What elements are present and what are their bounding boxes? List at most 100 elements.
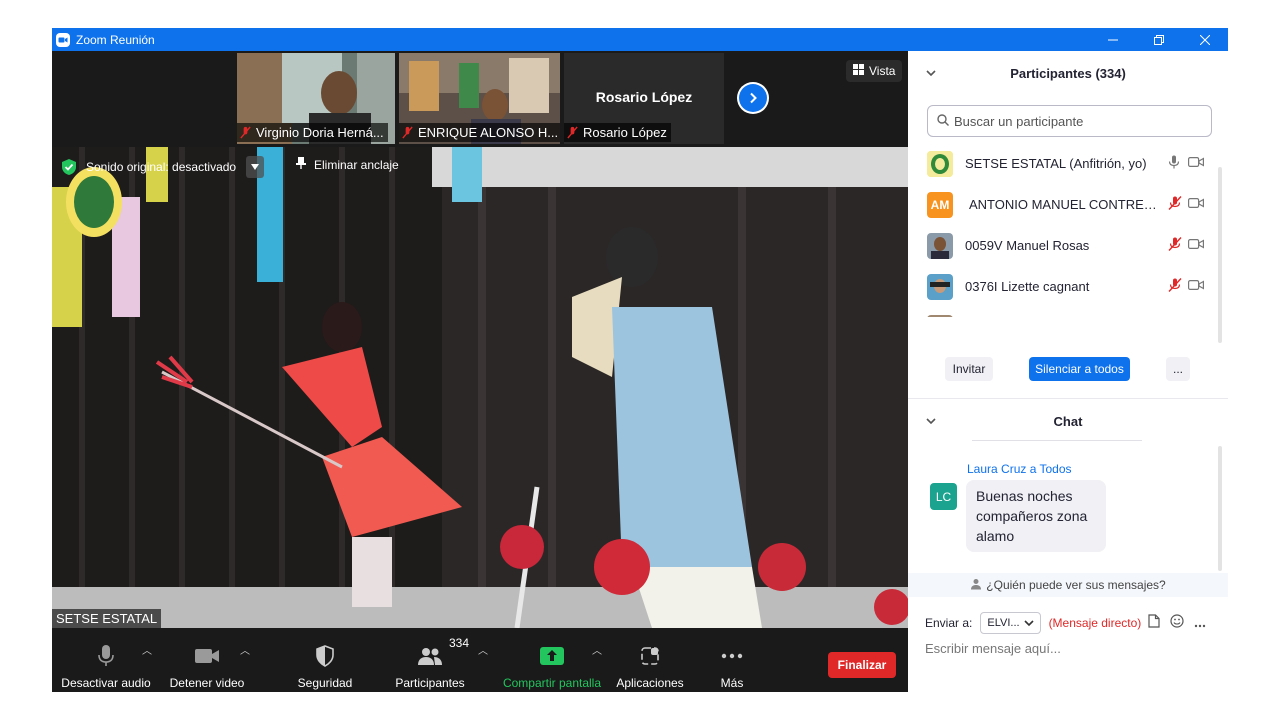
participants-button[interactable]: 334 Participantes bbox=[392, 628, 469, 692]
participant-name-tag: ENRIQUE ALONSO H... bbox=[399, 123, 560, 142]
participant-row[interactable]: 0059V Manuel Rosas bbox=[908, 225, 1228, 266]
grid-icon bbox=[853, 64, 864, 78]
more-dots-icon bbox=[721, 640, 743, 672]
send-to-row: Enviar a: ELVI... (Mensaje directo) bbox=[925, 611, 1141, 635]
share-options-caret[interactable]: ︿ bbox=[592, 642, 602, 657]
mic-muted-icon bbox=[240, 126, 251, 139]
participants-header: Participantes (334) bbox=[908, 51, 1228, 95]
zoom-window: Zoom Reunión Virginio Doria Herná... ENR… bbox=[52, 28, 1228, 692]
video-camera-icon[interactable] bbox=[1188, 156, 1204, 171]
send-to-label: Enviar a: bbox=[925, 616, 973, 630]
participant-row[interactable]: AM ANTONIO MANUEL CONTRER... bbox=[908, 184, 1228, 225]
participants-icon: 334 bbox=[417, 636, 469, 672]
collapse-chat-icon[interactable] bbox=[926, 413, 936, 428]
video-options-caret[interactable]: ︿ bbox=[240, 642, 250, 657]
participant-display-name: Rosario López bbox=[595, 89, 693, 105]
stage-video-scene bbox=[52, 147, 908, 628]
participants-scrollbar[interactable] bbox=[1218, 167, 1222, 343]
close-icon[interactable] bbox=[1182, 28, 1228, 51]
participant-name: 0059V Manuel Rosas bbox=[965, 238, 1090, 253]
participant-row[interactable] bbox=[908, 307, 1228, 317]
collapse-participants-icon[interactable] bbox=[926, 65, 936, 80]
mic-muted-icon bbox=[402, 126, 413, 139]
next-page-button[interactable] bbox=[737, 82, 769, 114]
message-sender[interactable]: Laura Cruz a Todos bbox=[967, 462, 1072, 476]
apps-button[interactable]: Aplicaciones bbox=[614, 628, 686, 692]
security-button[interactable]: Seguridad bbox=[290, 628, 360, 692]
who-can-see-link[interactable]: ¿Quién puede ver sus mensajes? bbox=[908, 573, 1228, 597]
avatar bbox=[927, 273, 953, 300]
participant-search-input[interactable]: Buscar un participante bbox=[927, 105, 1212, 137]
participants-title: Participantes (334) bbox=[1010, 65, 1126, 81]
title-bar: Zoom Reunión bbox=[52, 28, 1228, 51]
chat-message-input[interactable]: Escribir mensaje aquí... bbox=[925, 641, 1061, 656]
video-camera-icon[interactable] bbox=[1188, 197, 1204, 212]
chevron-down-icon bbox=[251, 164, 260, 170]
participant-thumbnail[interactable]: Virginio Doria Herná... bbox=[237, 53, 395, 144]
participant-row[interactable]: SETSE ESTATAL (Anfitrión, yo) bbox=[908, 143, 1228, 184]
file-icon[interactable] bbox=[1148, 614, 1160, 633]
participants-more-button[interactable]: ... bbox=[1166, 357, 1190, 381]
sound-dropdown-button[interactable] bbox=[246, 156, 265, 178]
minimize-icon[interactable] bbox=[1090, 28, 1136, 51]
audio-options-caret[interactable]: ︿ bbox=[142, 642, 152, 657]
avatar bbox=[927, 150, 953, 177]
microphone-icon[interactable] bbox=[1168, 155, 1180, 172]
zoom-logo-icon bbox=[56, 32, 70, 47]
person-icon bbox=[970, 578, 982, 593]
more-button[interactable]: Más bbox=[712, 628, 752, 692]
direct-message-label: (Mensaje directo) bbox=[1048, 616, 1142, 630]
search-placeholder: Buscar un participante bbox=[954, 113, 1084, 129]
participant-actions: Invitar Silenciar a todos ... bbox=[908, 357, 1228, 381]
video-camera-icon[interactable] bbox=[1188, 279, 1204, 294]
search-icon bbox=[937, 113, 949, 129]
avatar: AM bbox=[927, 191, 953, 218]
mic-muted-icon[interactable] bbox=[1168, 196, 1182, 213]
mute-audio-button[interactable]: Desactivar audio bbox=[60, 628, 152, 692]
restore-icon[interactable] bbox=[1136, 28, 1182, 51]
participant-list: SETSE ESTATAL (Anfitrión, yo) AM ANTONIO… bbox=[908, 143, 1228, 317]
gallery-strip: Virginio Doria Herná... ENRIQUE ALONSO H… bbox=[52, 51, 908, 147]
more-dots-icon[interactable] bbox=[1194, 615, 1206, 633]
mic-muted-icon[interactable] bbox=[1168, 278, 1182, 295]
shield-check-icon bbox=[60, 158, 78, 176]
participant-name-tag: Virginio Doria Herná... bbox=[237, 123, 388, 142]
apps-icon bbox=[640, 640, 660, 672]
shield-icon bbox=[315, 640, 335, 672]
chat-tools bbox=[1148, 614, 1206, 633]
chevron-down-icon bbox=[1023, 620, 1034, 627]
view-button[interactable]: Vista bbox=[846, 60, 903, 82]
invite-button[interactable]: Invitar bbox=[945, 357, 993, 381]
chat-scrollbar[interactable] bbox=[1218, 446, 1222, 571]
mic-muted-icon[interactable] bbox=[1168, 237, 1182, 254]
participant-row[interactable]: 0376I Lizette cagnant bbox=[908, 266, 1228, 307]
participant-thumbnail[interactable]: Rosario López Rosario López bbox=[564, 53, 724, 144]
participant-name: 0376I Lizette cagnant bbox=[965, 279, 1090, 294]
sound-status-text: Sonido original: desactivado bbox=[86, 160, 237, 174]
remove-pin-button[interactable]: Eliminar anclaje bbox=[296, 157, 399, 172]
video-camera-icon[interactable] bbox=[1188, 238, 1204, 253]
window-title: Zoom Reunión bbox=[76, 32, 155, 47]
video-camera-icon bbox=[194, 640, 220, 672]
participants-count: 334 bbox=[449, 636, 470, 650]
emoji-icon[interactable] bbox=[1170, 614, 1184, 633]
end-meeting-button[interactable]: Finalizar bbox=[828, 652, 896, 678]
avatar bbox=[927, 314, 953, 317]
mute-all-button[interactable]: Silenciar a todos bbox=[1029, 357, 1130, 381]
side-panel: Participantes (334) Buscar un participan… bbox=[908, 51, 1228, 692]
chat-header: Chat bbox=[908, 399, 1228, 443]
original-sound-indicator: Sonido original: desactivado bbox=[60, 155, 265, 179]
stop-video-button[interactable]: Detener video bbox=[164, 628, 250, 692]
avatar bbox=[927, 232, 953, 259]
chevron-right-icon bbox=[739, 84, 767, 112]
meeting-toolbar: Desactivar audio ︿ Detener video ︿ Segur… bbox=[52, 628, 908, 692]
participants-options-caret[interactable]: ︿ bbox=[478, 642, 488, 657]
participant-thumbnail[interactable]: ENRIQUE ALONSO H... bbox=[399, 53, 560, 144]
active-speaker-video[interactable]: Sonido original: desactivado Eliminar an… bbox=[52, 147, 908, 628]
participant-name: SETSE ESTATAL (Anfitrión, yo) bbox=[965, 156, 1147, 171]
share-screen-button[interactable]: Compartir pantalla bbox=[500, 628, 604, 692]
share-screen-icon bbox=[540, 640, 564, 672]
chat-message: Buenas noches compañeros zona alamo bbox=[966, 480, 1106, 552]
microphone-icon bbox=[96, 640, 116, 672]
recipient-dropdown[interactable]: ELVI... bbox=[980, 612, 1041, 634]
